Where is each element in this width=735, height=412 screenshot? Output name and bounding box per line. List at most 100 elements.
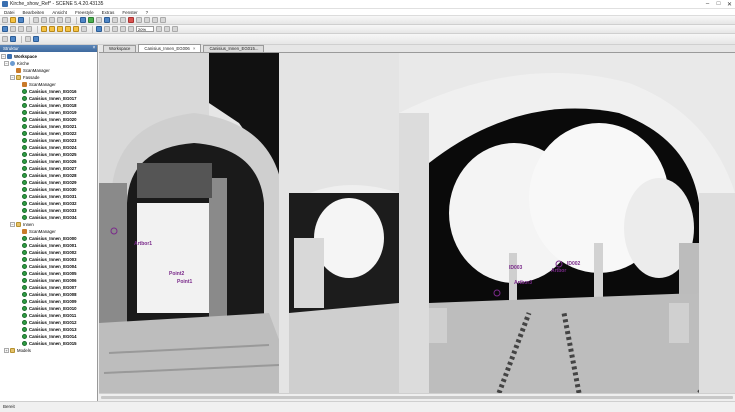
horizontal-scrollbar[interactable] [99,393,735,401]
fit-view-icon[interactable] [26,26,32,32]
tree-item-fassade-scanmanager[interactable]: ScanManager [0,81,97,88]
redo-icon[interactable] [65,17,71,23]
quick-view-icon[interactable] [120,17,126,23]
zoom-fit-icon[interactable] [164,26,170,32]
label-artbor1[interactable]: Artbor1 [134,241,152,247]
label-point1[interactable]: Point1 [177,279,192,285]
rotate-icon[interactable] [18,26,24,32]
tree-item-scan[interactable]: Canisius_Innen_EG005 [0,270,97,277]
tree-item-scan[interactable]: Canisius_Innen_EG034 [0,214,97,221]
tree-item-scan[interactable]: Canisius_Innen_EG008 [0,291,97,298]
select-icon[interactable] [2,26,8,32]
copy-icon[interactable] [41,17,47,23]
menu-datei[interactable]: Datei [4,10,15,15]
menu-help[interactable]: ? [146,10,149,15]
tree-item-scan[interactable]: Canisius_Innen_EG026 [0,158,97,165]
undo-icon[interactable] [57,17,63,23]
panel-close-icon[interactable]: × [91,45,97,52]
collapse-icon[interactable]: − [1,54,6,59]
stop-icon[interactable] [128,17,134,23]
tab-workspace[interactable]: Workspace [103,45,137,52]
tree-item-scan[interactable]: Canisius_Innen_EG014 [0,333,97,340]
pan-icon[interactable] [10,26,16,32]
tree-item-scan[interactable]: Canisius_Innen_EG017 [0,95,97,102]
tree-item-scan[interactable]: Canisius_Innen_EG022 [0,130,97,137]
tree-item-scan[interactable]: Canisius_Innen_EG010 [0,305,97,312]
menu-fenster[interactable]: Fenster [122,10,137,15]
tree-item-project[interactable]: − Kirche [0,60,97,67]
scan-viewport[interactable]: Artbor1 Point2 Point1 ID003 ID002 Artbor… [99,53,735,393]
process-scans-icon[interactable] [88,17,94,23]
tree-item-scan[interactable]: Canisius_Innen_EG028 [0,172,97,179]
tree-item-scan[interactable]: Canisius_Innen_EG032 [0,200,97,207]
tree-item-scan[interactable]: Canisius_Innen_EG011 [0,312,97,319]
tree-item-scan[interactable]: Canisius_Innen_EG002 [0,249,97,256]
tree-item-scan[interactable]: Canisius_Innen_EG012 [0,319,97,326]
plane-tool-icon[interactable] [81,26,87,32]
clipping-icon[interactable] [144,17,150,23]
menu-ansicht[interactable]: Ansicht [52,10,67,15]
tree-item-scan[interactable]: Canisius_Innen_EG019 [0,109,97,116]
tree-item-innen[interactable]: − Innen [0,221,97,228]
open-folder-icon[interactable] [10,17,16,23]
sphere-tool-icon[interactable] [57,26,63,32]
tree-item-scan[interactable]: Canisius_Innen_EG004 [0,263,97,270]
tree-item-scan[interactable]: Canisius_Innen_EG025 [0,151,97,158]
tree-item-scan[interactable]: Canisius_Innen_EG009 [0,298,97,305]
side-view-icon[interactable] [104,26,110,32]
tab-close-icon[interactable]: × [193,46,196,52]
new-file-icon[interactable] [2,17,8,23]
menu-freestyle[interactable]: Freestyle [75,10,94,15]
measure-icon[interactable] [136,17,142,23]
panorama-scan-view[interactable]: Artbor1 Point2 Point1 ID003 ID002 Artbor… [99,53,735,393]
label-point2[interactable]: Point2 [169,271,184,277]
tree-item-scan[interactable]: Canisius_Innen_EG024 [0,144,97,151]
collapse-icon[interactable]: − [10,222,15,227]
perspective-icon[interactable] [120,26,126,32]
zoom-input[interactable]: 20% [136,26,154,32]
tree-item-scan[interactable]: Canisius_Innen_EG000 [0,235,97,242]
view-3d-icon[interactable] [104,17,110,23]
structure-filter-icon[interactable] [10,36,16,42]
tree-item-scan[interactable]: Canisius_Innen_EG007 [0,284,97,291]
structure-sort-icon[interactable] [25,36,31,42]
maximize-button[interactable]: □ [713,0,724,8]
tree-item-workspace[interactable]: − Workspace [0,53,97,60]
menu-bearbeiten[interactable]: Bearbeiten [23,10,45,15]
label-artbor3[interactable]: Artbor3 [514,280,532,286]
tree-item-scan[interactable]: Canisius_Innen_EG016 [0,88,97,95]
tree-item-scan[interactable]: Canisius_Innen_EG027 [0,165,97,172]
paste-icon[interactable] [49,17,55,23]
tab-canisius-eg006[interactable]: Canisius_Innen_EG006 × [138,44,202,52]
tree-item-innen-scanmanager[interactable]: ScanManager [0,228,97,235]
marker-icon[interactable] [41,26,47,32]
scrollbar-thumb[interactable] [101,396,733,399]
collapse-icon[interactable]: − [4,61,9,66]
tree-item-scan[interactable]: Canisius_Innen_EG033 [0,207,97,214]
tree-item-fassade[interactable]: − Fassade [0,74,97,81]
tree-item-scan[interactable]: Canisius_Innen_EG018 [0,102,97,109]
zoom-in-icon[interactable] [128,26,134,32]
tree-item-scan[interactable]: Canisius_Innen_EG030 [0,186,97,193]
tree-item-scan[interactable]: Canisius_Innen_EG006 [0,277,97,284]
point-tool-icon[interactable] [73,26,79,32]
colorize-icon[interactable] [96,17,102,23]
expand-icon[interactable]: + [4,348,9,353]
settings-icon[interactable] [160,17,166,23]
tree-item-models[interactable]: + Models [0,347,97,354]
tree-item-scan[interactable]: Canisius_Innen_EG015 [0,340,97,347]
tree-item-scan[interactable]: Canisius_Innen_EG021 [0,123,97,130]
tree-item-scan[interactable]: Canisius_Innen_EG023 [0,137,97,144]
tree-item-scan[interactable]: Canisius_Innen_EG013 [0,326,97,333]
tree-item-scan[interactable]: Canisius_Innen_EG001 [0,242,97,249]
zoom-out-icon[interactable] [156,26,162,32]
menu-extras[interactable]: Extras [102,10,115,15]
top-view-icon[interactable] [112,26,118,32]
front-view-icon[interactable] [96,26,102,32]
structure-expand-icon[interactable] [33,36,39,42]
label-id003[interactable]: ID003 [509,265,523,271]
save-icon[interactable] [18,17,24,23]
register-scans-icon[interactable] [80,17,86,23]
structure-settings-icon[interactable] [2,36,8,42]
tree-item-scan[interactable]: Canisius_Innen_EG031 [0,193,97,200]
